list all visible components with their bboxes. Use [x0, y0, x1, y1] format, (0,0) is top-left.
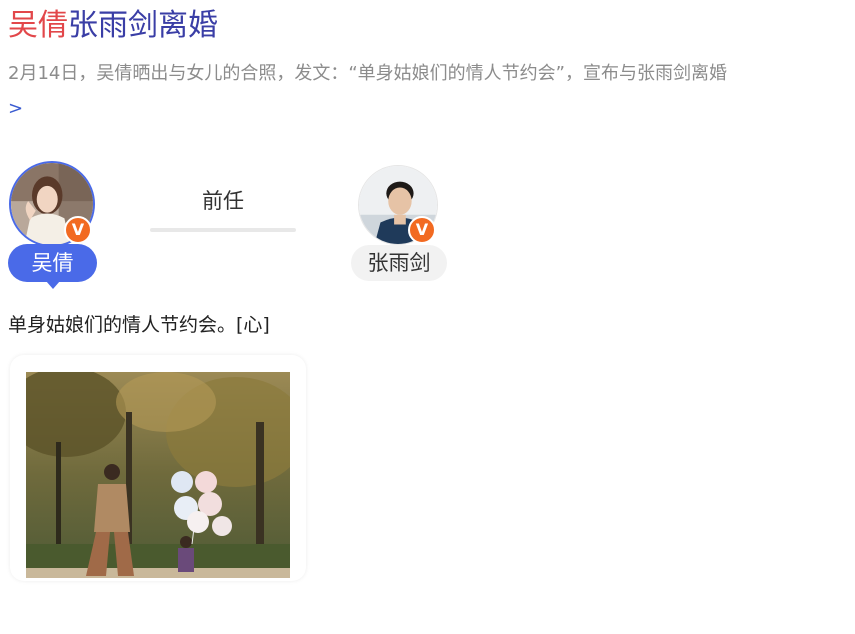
summary-text: 2月14日，吴倩晒出与女儿的合照，发文：“单身姑娘们的情人节约会”，宣布与张雨剑… — [8, 63, 728, 84]
post-photo[interactable] — [26, 372, 290, 578]
headline-highlight-name: 吴倩 — [8, 8, 68, 43]
name-pill-wu-qian[interactable]: 吴倩 — [8, 244, 97, 289]
name-label: 张雨剑 — [367, 251, 431, 275]
pointer-triangle — [46, 281, 60, 289]
headline-title[interactable]: 吴倩张雨剑离婚 — [8, 6, 218, 46]
relation-divider — [150, 228, 296, 232]
name-label: 吴倩 — [31, 251, 74, 275]
relation-label: 前任 — [202, 189, 244, 213]
post-text: 单身姑娘们的情人节约会。[心] — [8, 314, 270, 336]
verified-badge-icon: V — [64, 216, 92, 244]
headline-rest: 张雨剑离婚 — [68, 8, 218, 43]
verified-badge-icon: V — [408, 216, 436, 244]
photo-woman-child-balloons-icon — [26, 372, 290, 578]
name-pill-zhang-yujian[interactable]: 张雨剑 — [351, 245, 447, 281]
expand-more-arrow[interactable]: > — [8, 96, 23, 122]
